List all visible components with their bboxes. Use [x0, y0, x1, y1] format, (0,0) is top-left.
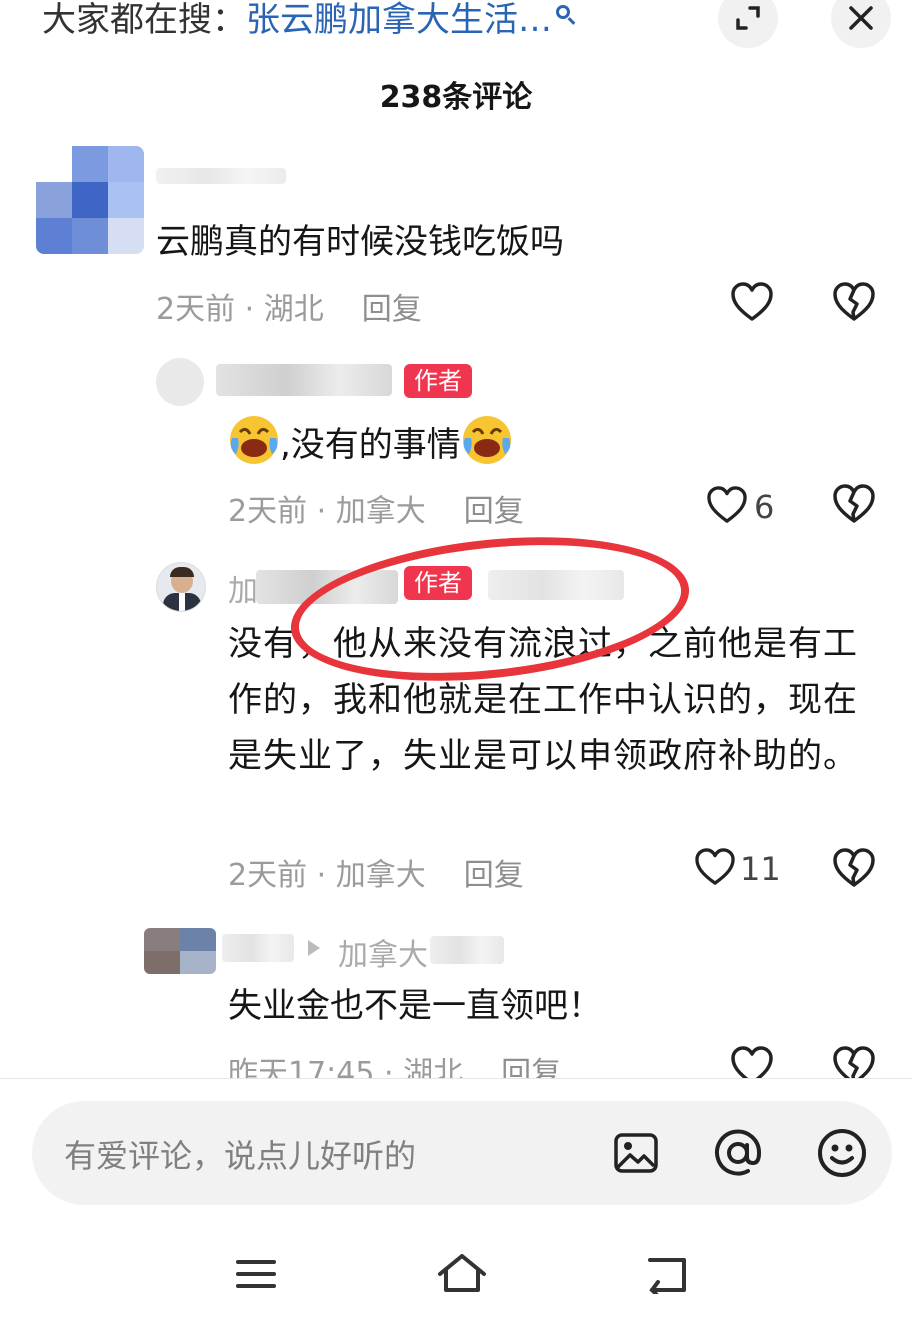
reply-button[interactable]: 回复 — [464, 858, 524, 893]
comment-location: 湖北 — [263, 292, 324, 327]
search-suggestion-query[interactable]: 张云鹏加拿大生活… — [246, 0, 552, 40]
home-icon[interactable] — [436, 1252, 488, 1294]
emoji-icon[interactable] — [816, 1127, 868, 1179]
like-icon[interactable] — [694, 848, 736, 886]
comment-meta: 2天前 · 加拿大 回复 — [228, 494, 524, 529]
comment-time: 2天前 — [156, 292, 236, 327]
comment-text: 云鹏真的有时候没钱吃饭吗 — [156, 222, 564, 262]
dislike-icon[interactable] — [832, 484, 876, 524]
close-button[interactable] — [831, 0, 891, 48]
search-icon — [556, 5, 570, 19]
comment-meta: 2天前 · 湖北 回复 — [156, 292, 422, 327]
comment-input-area: 有爱评论，说点儿好听的 — [0, 1078, 912, 1218]
author-tag: 作者 — [404, 364, 472, 398]
like-count: 11 — [740, 850, 781, 888]
comment-text: ,没有的事情 — [228, 414, 513, 473]
reply-button[interactable]: 回复 — [362, 292, 422, 327]
laughing-crying-emoji-icon — [462, 416, 511, 464]
username-blurred-suffix — [488, 570, 624, 600]
author-name-start: 加 — [228, 574, 258, 609]
username-blurred[interactable] — [222, 934, 294, 962]
like-icon[interactable] — [706, 486, 748, 524]
comment-time: 2天前 — [228, 494, 308, 529]
username-blurred[interactable] — [216, 364, 392, 396]
username-blurred[interactable] — [156, 168, 286, 184]
back-icon[interactable] — [644, 1254, 690, 1294]
avatar[interactable] — [156, 358, 204, 406]
username-blurred[interactable] — [256, 570, 398, 604]
comment-time: 2天前 — [228, 858, 308, 893]
comment-location: 加拿大 — [335, 858, 426, 893]
comment-input-placeholder: 有爱评论，说点儿好听的 — [64, 1137, 417, 1175]
dislike-icon[interactable] — [832, 848, 876, 888]
menu-icon[interactable] — [236, 1258, 276, 1290]
avatar[interactable] — [36, 146, 144, 254]
like-icon[interactable] — [730, 282, 774, 322]
reply-button[interactable]: 回复 — [464, 494, 524, 529]
search-suggestion[interactable]: 大家都在搜：张云鹏加拿大生活… — [42, 0, 570, 40]
dislike-icon[interactable] — [832, 282, 876, 322]
image-icon[interactable] — [612, 1129, 660, 1177]
comment-location: 加拿大 — [335, 494, 426, 529]
avatar[interactable] — [144, 928, 216, 974]
comment-text-body: ,没有的事情 — [280, 425, 461, 465]
avatar[interactable] — [156, 562, 206, 612]
expand-icon — [736, 6, 760, 30]
reply-to-name[interactable]: 加拿大 — [338, 930, 428, 974]
like-count: 6 — [754, 488, 775, 526]
comment-input[interactable]: 有爱评论，说点儿好听的 — [32, 1101, 892, 1205]
laughing-crying-emoji-icon — [230, 416, 278, 464]
search-suggestion-prefix: 大家都在搜： — [42, 0, 246, 40]
comment-count-title: 238条评论 — [379, 80, 533, 115]
author-tag: 作者 — [404, 566, 472, 600]
close-icon — [849, 6, 873, 30]
comment-text: 没有，他从来没有流浪过，之前他是有工作的，我和他就是在工作中认识的，现在是失业了… — [228, 624, 858, 776]
expand-button[interactable] — [718, 0, 778, 48]
comment-meta: 2天前 · 加拿大 回复 — [228, 858, 524, 893]
system-nav-bar — [0, 1222, 912, 1322]
comment-text: 失业金也不是一直领吧！ — [228, 986, 602, 1026]
reply-to-name-blurred — [430, 936, 504, 964]
at-mention-icon[interactable] — [712, 1127, 764, 1179]
reply-arrow-icon — [308, 940, 320, 956]
top-bar: 大家都在搜：张云鹏加拿大生活… — [0, 0, 912, 50]
